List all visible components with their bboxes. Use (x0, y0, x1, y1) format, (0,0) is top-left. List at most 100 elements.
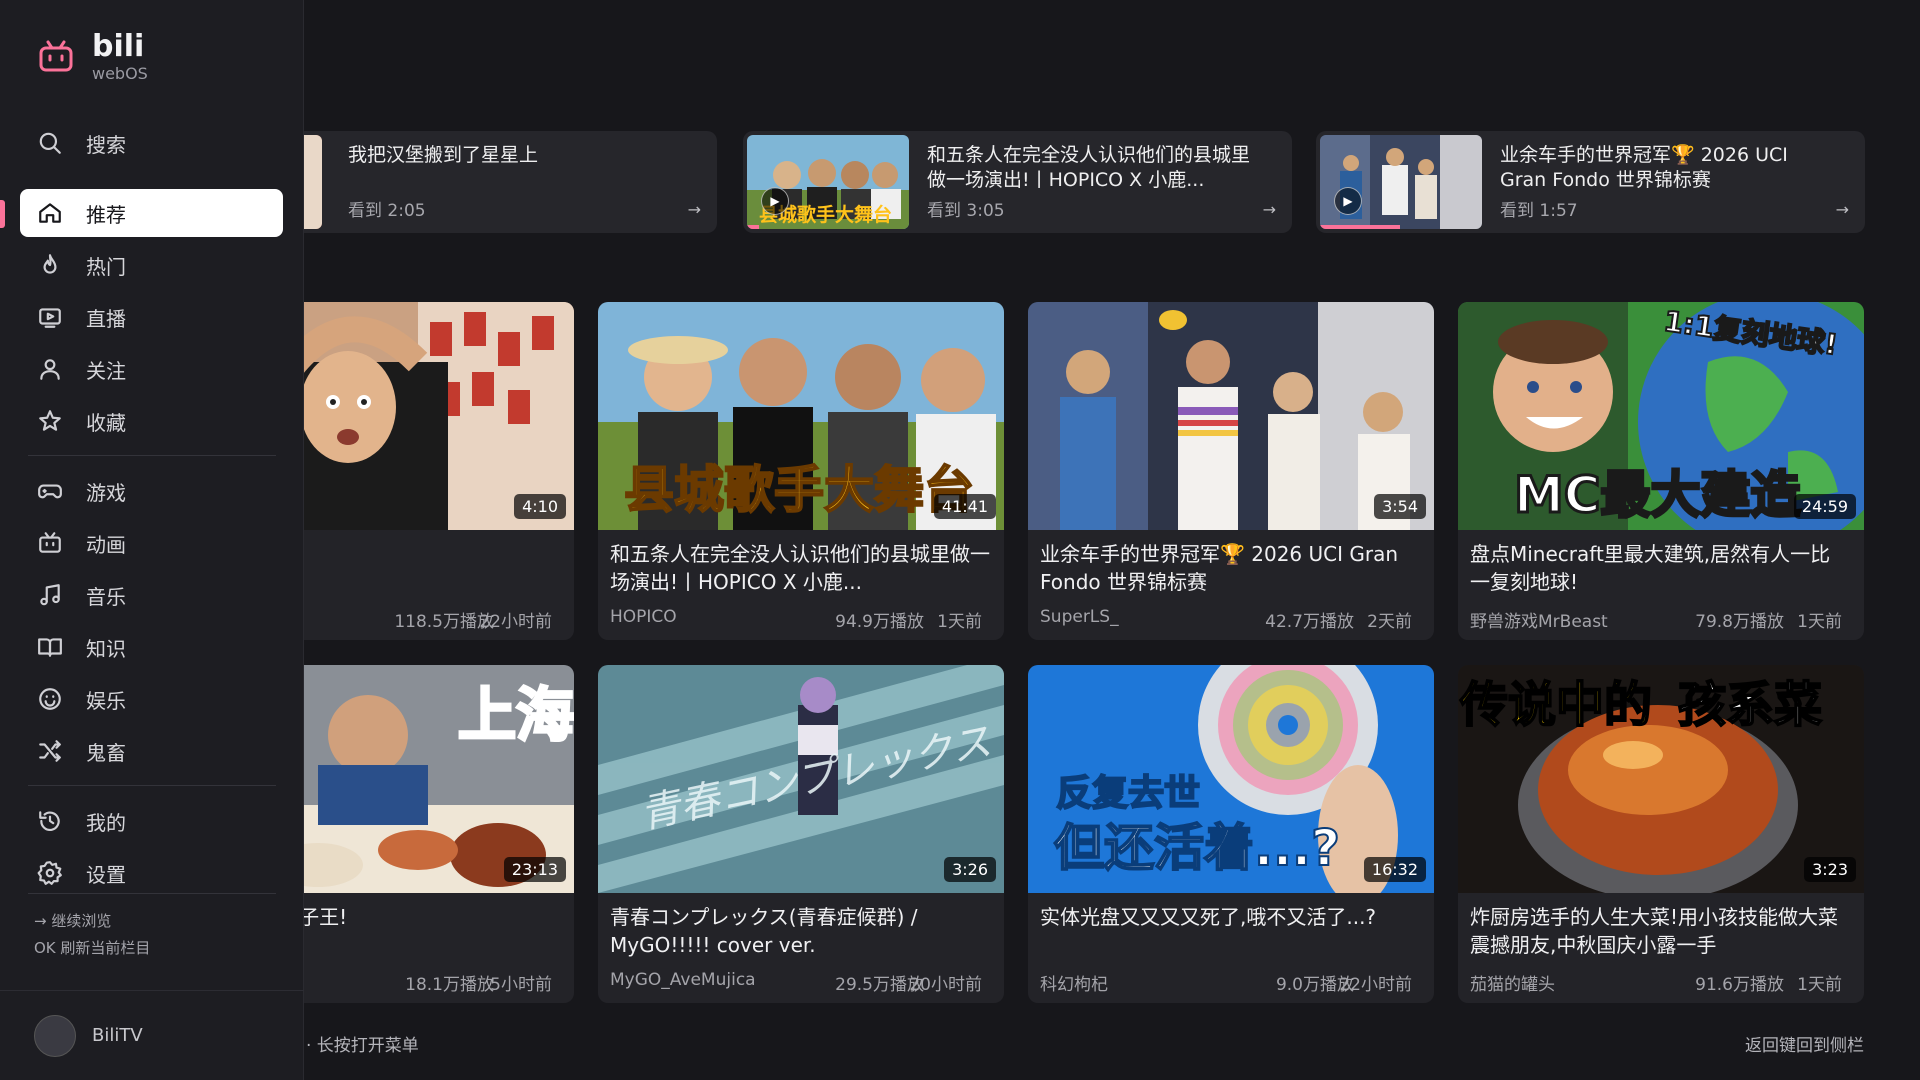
sidebar-item-games[interactable]: 游戏 (20, 467, 283, 515)
sidebar-item-label: 知识 (86, 636, 126, 661)
user-name: BiliTV (92, 1025, 143, 1046)
gamepad-icon (36, 477, 64, 505)
arrow-right-icon: → (687, 200, 701, 219)
book-icon (36, 633, 64, 661)
avatar (34, 1014, 76, 1057)
sidebar-item-mine[interactable]: 我的 (20, 797, 283, 845)
sidebar-item-follow[interactable]: 关注 (20, 345, 283, 393)
uploader: 茄猫的罐头 (1470, 975, 1555, 995)
play-icon: ▶ (1334, 187, 1362, 215)
video-title: 实体光盘又又又又死了,哦不又活了...? (1040, 905, 1377, 929)
video-card[interactable]: 青春コンプレックス 3:26 青春コンプレックス(青春症候群) / MyGO!!… (598, 665, 1004, 1003)
duration-badge: 24:59 (1793, 494, 1856, 519)
divider (28, 785, 276, 786)
hint-continue: → 继续浏览 (34, 912, 112, 930)
tv-icon (36, 529, 64, 557)
duration-badge: 4:10 (514, 494, 566, 519)
user-profile[interactable]: BiliTV (0, 990, 304, 1080)
continue-thumbnail: 县城歌手大舞台 ▶ (747, 135, 909, 229)
video-card[interactable]: MC最大建造 1:1复刻地球! 24:59 盘点Minecraft里最大建筑,居然… (1458, 302, 1864, 640)
sidebar-item-label: 娱乐 (86, 688, 126, 713)
sidebar-item-favorites[interactable]: 收藏 (20, 397, 283, 445)
thumbnail-overlay-text: 上海 (458, 681, 574, 749)
publish-time: 1天前 (1797, 975, 1842, 995)
sidebar-item-recommend[interactable]: 推荐 (20, 189, 283, 237)
video-thumbnail (1028, 302, 1434, 530)
duration-badge: 41:41 (933, 494, 996, 519)
uploader: 野兽游戏MrBeast (1470, 612, 1608, 632)
video-card[interactable]: 反复去世 但还活着...? 16:32 实体光盘又又又又死了,哦不又活了...? … (1028, 665, 1434, 1003)
continue-progress-text: 看到 1:57 (1500, 201, 1578, 221)
continue-title: 和五条人在完全没人认识他们的县城里做一场演出!丨HOPICO X 小鹿... (927, 144, 1251, 191)
video-title: 和五条人在完全没人认识他们的县城里做一场演出!丨HOPICO X 小鹿... (610, 542, 990, 594)
sidebar-item-knowledge[interactable]: 知识 (20, 623, 283, 671)
publish-time: 22小时前 (1339, 975, 1412, 995)
sidebar-item-hot[interactable]: 热门 (20, 241, 283, 289)
play-count: 42.7万播放 (1265, 612, 1354, 632)
continue-thumbnail: ▶ (1320, 135, 1482, 229)
duration-badge: 3:23 (1804, 857, 1856, 882)
play-count: 79.8万播放 (1695, 612, 1784, 632)
video-card[interactable]: 传说中的 孩系菜 3:23 炸厨房选手的人生大菜!用小孩技能做大菜震撼朋友,中秋国… (1458, 665, 1864, 1003)
continue-title: 业余车手的世界冠军🏆 2026 UCI Gran Fondo 世界锦标赛 (1500, 144, 1788, 191)
duration-badge: 3:54 (1374, 494, 1426, 519)
sidebar-item-label: 直播 (86, 306, 126, 331)
sidebar-item-live[interactable]: 直播 (20, 293, 283, 341)
video-card[interactable]: 县城歌手大舞台 41:41 和五条人在完全没人认识他们的县城里做一场演出!丨HO… (598, 302, 1004, 640)
publish-time: 22小时前 (479, 612, 552, 632)
continue-card[interactable]: 我把汉堡搬到了星星上 看到 2:05 → (280, 131, 717, 233)
sidebar-item-label: 我的 (86, 810, 126, 835)
continue-title: 我把汉堡搬到了星星上 (348, 144, 539, 166)
duration-badge: 3:26 (944, 857, 996, 882)
sidebar-item-label: 鬼畜 (86, 740, 126, 765)
sidebar-item-anime[interactable]: 动画 (20, 519, 283, 567)
sidebar-item-search[interactable]: 搜索 (20, 119, 283, 167)
sidebar-item-entertainment[interactable]: 娱乐 (20, 675, 283, 723)
sidebar-item-label: 推荐 (86, 202, 126, 227)
footer-hint-menu: · 长按打开菜单 (306, 1036, 419, 1056)
music-icon (36, 581, 64, 609)
publish-time: 20小时前 (909, 975, 982, 995)
arrow-right-icon: → (1835, 200, 1849, 219)
arrow-right-icon: → (1262, 200, 1276, 219)
sidebar-item-label: 动画 (86, 532, 126, 557)
sidebar-item-kichiku[interactable]: 鬼畜 (20, 727, 283, 775)
sidebar-item-music[interactable]: 音乐 (20, 571, 283, 619)
user-icon (36, 355, 64, 383)
continue-card[interactable]: 县城歌手大舞台 ▶ 和五条人在完全没人认识他们的县城里做一场演出!丨HOPICO… (743, 131, 1292, 233)
watch-progress-bar (747, 225, 759, 229)
play-count: 18.1万播放 (405, 975, 494, 995)
sidebar-item-label: 搜索 (86, 132, 126, 157)
brand-sub: webOS (92, 64, 148, 83)
sidebar-item-settings[interactable]: 设置 (20, 849, 283, 897)
sidebar-item-label: 设置 (86, 862, 126, 887)
continue-progress-text: 看到 2:05 (348, 201, 426, 221)
uploader: MyGO_AveMujica (610, 970, 756, 990)
continue-card[interactable]: ▶ 业余车手的世界冠军🏆 2026 UCI Gran Fondo 世界锦标赛 看… (1316, 131, 1865, 233)
sidebar-item-label: 游戏 (86, 480, 126, 505)
thumbnail-overlay-text: 传说中的 (1459, 677, 1652, 733)
video-title: 盘点Minecraft里最大建筑,居然有人一比一复刻地球! (1470, 542, 1831, 594)
video-card[interactable]: 3:54 业余车手的世界冠军🏆 2026 UCI Gran Fondo 世界锦标… (1028, 302, 1434, 640)
video-thumbnail: 传说中的 孩系菜 (1458, 665, 1864, 893)
duration-badge: 16:32 (1363, 857, 1426, 882)
thumbnail-overlay-text: MC最大建造 (1514, 466, 1800, 524)
video-title: 青春コンプレックス(青春症候群) / MyGO!!!!! cover ver. (610, 905, 918, 957)
sidebar-item-label: 音乐 (86, 584, 126, 609)
star-icon (36, 407, 64, 435)
sidebar: bili webOS 搜索 推荐 热门 直播 关注 收藏 游戏 动画 音乐 知识… (0, 0, 304, 1080)
sidebar-item-label: 关注 (86, 358, 126, 383)
publish-time: 2天前 (1367, 612, 1412, 632)
live-icon (36, 303, 64, 331)
publish-time: 1天前 (937, 612, 982, 632)
search-icon (36, 129, 64, 157)
active-indicator (0, 200, 5, 228)
duration-badge: 23:13 (503, 857, 566, 882)
home-icon (36, 199, 64, 227)
play-icon: ▶ (761, 187, 789, 215)
gear-icon (36, 859, 64, 887)
hint-refresh: OK 刷新当前栏目 (34, 939, 151, 957)
brand: bili webOS (38, 30, 148, 84)
video-title: 炸厨房选手的人生大菜!用小孩技能做大菜震撼朋友,中秋国庆小露一手 (1470, 905, 1839, 957)
play-count: 94.9万播放 (835, 612, 924, 632)
